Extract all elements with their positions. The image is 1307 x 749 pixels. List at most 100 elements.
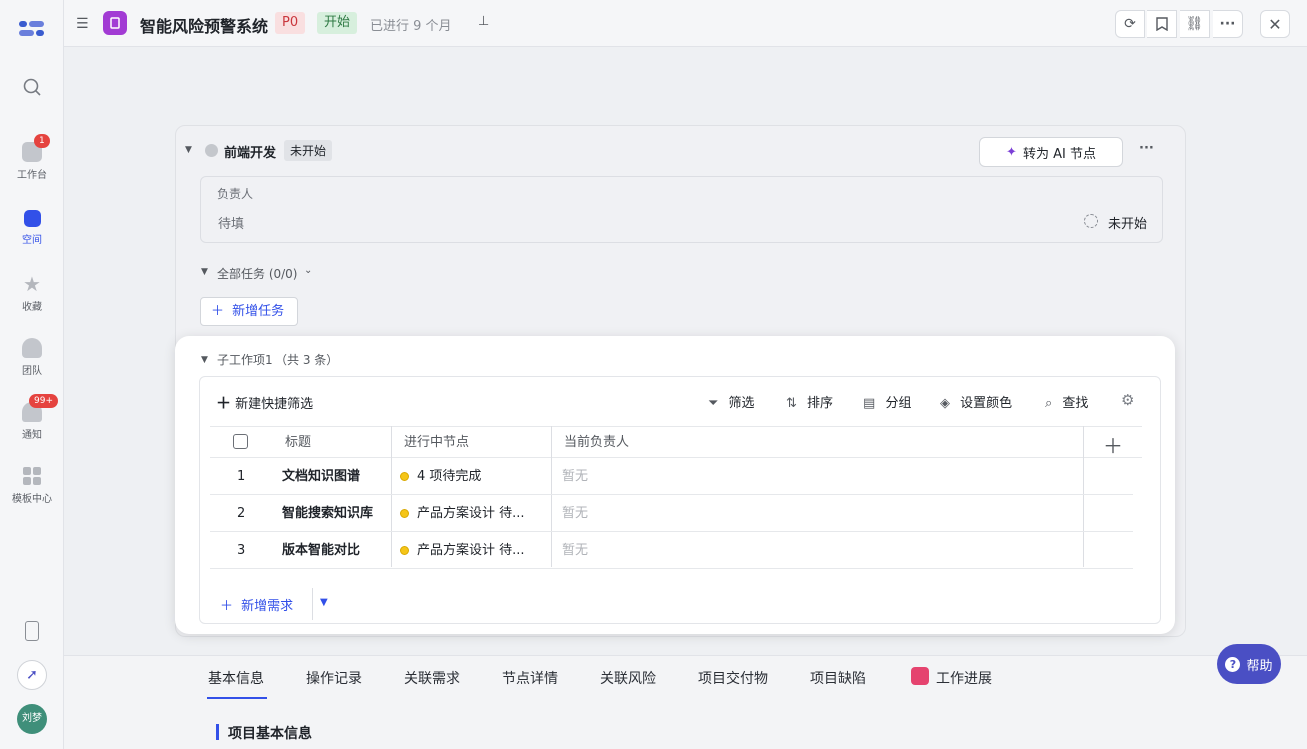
column-owner[interactable]: 当前负责人 — [564, 427, 629, 458]
collapse-arrow-icon[interactable]: ▼ — [185, 145, 192, 155]
new-filter-label: 新建快捷筛选 — [235, 397, 314, 412]
left-sidebar: 工作台 1 空间 ★ 收藏 团队 通知 99+ 模板中心 ➚ 刘梦 — [0, 0, 64, 749]
find-button[interactable]: ⌕ 查找 — [1045, 392, 1088, 411]
table-row[interactable]: 1 文档知识图谱 4 项待完成 暂无 — [210, 458, 1133, 495]
progress-icon — [911, 667, 929, 685]
find-label: 查找 — [1062, 396, 1089, 411]
collapse-sidebar-icon[interactable]: ☰ — [76, 16, 89, 32]
status-badge[interactable]: 开始 — [317, 12, 358, 34]
bottom-tabs: 基本信息 操作记录 关联需求 节点详情 关联风险 项目交付物 项目缺陷 工作进展… — [64, 655, 1307, 749]
sort-button[interactable]: ⇅ 排序 — [786, 392, 833, 411]
subitems-collapse-icon[interactable]: ▼ — [201, 355, 208, 365]
add-column-icon[interactable]: ＋ — [1103, 430, 1123, 459]
sidebar-item-space[interactable]: 空间 — [0, 210, 64, 246]
priority-badge[interactable]: P0 — [275, 12, 306, 34]
row-node[interactable]: 产品方案设计 待... — [400, 532, 525, 569]
add-requirement-label: 新增需求 — [241, 599, 294, 614]
column-title[interactable]: 标题 — [285, 427, 311, 458]
page-title: 智能风险预警系统 — [140, 17, 269, 36]
team-icon — [22, 338, 42, 358]
paint-bucket-icon: ◈ — [940, 396, 950, 411]
row-node-text: 4 项待完成 — [417, 469, 482, 484]
page-header: ☰ 智能风险预警系统 P0 开始 已进行 9 个月 ⊥ ⟳ ⛓ ··· ✕ — [64, 0, 1307, 47]
convert-ai-label: 转为 AI 节点 — [1022, 146, 1096, 162]
avatar[interactable]: 刘梦 — [17, 704, 47, 734]
row-owner[interactable]: 暂无 — [562, 495, 588, 532]
link-icon[interactable]: ⛓ — [1180, 10, 1210, 38]
table-row[interactable]: 2 智能搜索知识库 产品方案设计 待... 暂无 — [210, 495, 1133, 532]
tab-operation-log[interactable]: 操作记录 — [306, 668, 362, 688]
sidebar-item-label: 团队 — [22, 366, 42, 377]
button-divider — [312, 588, 313, 620]
group-icon: ▤ — [863, 396, 876, 411]
row-node-text: 产品方案设计 待... — [417, 543, 525, 558]
bookmark-icon[interactable] — [1147, 10, 1177, 38]
star-icon: ★ — [23, 272, 41, 296]
tab-deliverables[interactable]: 项目交付物 — [698, 668, 768, 688]
add-requirement-button[interactable]: ＋ 新增需求 — [220, 595, 293, 614]
filter-button[interactable]: ⏷ 筛选 — [708, 392, 755, 411]
share-icon[interactable]: ⟳ — [1115, 10, 1145, 38]
column-node[interactable]: 进行中节点 — [404, 427, 469, 458]
tab-work-progress[interactable]: 工作进展 — [936, 668, 992, 688]
node-name: 前端开发 — [224, 146, 277, 161]
sidebar-item-templates[interactable]: 模板中心 — [0, 466, 64, 505]
row-node-text: 产品方案设计 待... — [417, 506, 525, 521]
new-filter-button[interactable]: ＋ 新建快捷筛选 — [216, 392, 313, 413]
select-all-checkbox[interactable] — [233, 434, 248, 449]
tab-defects[interactable]: 项目缺陷 — [810, 668, 866, 688]
row-node[interactable]: 产品方案设计 待... — [400, 495, 525, 532]
notifications-badge: 99+ — [29, 394, 58, 408]
row-owner[interactable]: 暂无 — [562, 458, 588, 495]
sidebar-item-notifications[interactable]: 通知 — [0, 402, 64, 441]
pin-icon[interactable]: ⊥ — [478, 14, 489, 29]
row-title[interactable]: 智能搜索知识库 — [282, 495, 373, 532]
tab-node-details[interactable]: 节点详情 — [502, 668, 558, 688]
find-icon: ⌕ — [1045, 396, 1053, 411]
duration-text: 已进行 9 个月 — [370, 19, 452, 34]
subitems-title: 子工作项1 — [217, 353, 273, 367]
sidebar-item-favorites[interactable]: ★ 收藏 — [0, 274, 64, 313]
row-title[interactable]: 文档知识图谱 — [282, 458, 360, 495]
help-button[interactable]: ? 帮助 — [1217, 644, 1281, 684]
convert-ai-button[interactable]: ✦ 转为 AI 节点 — [979, 137, 1123, 167]
table-row[interactable]: 3 版本智能对比 产品方案设计 待... 暂无 — [210, 532, 1133, 569]
sort-label: 排序 — [807, 396, 834, 411]
tab-related-risks[interactable]: 关联风险 — [600, 668, 656, 688]
in-progress-dot — [400, 509, 409, 518]
tab-related-requirements[interactable]: 关联需求 — [404, 668, 460, 688]
owner-box: 负责人 待填 未开始 — [200, 176, 1163, 243]
rocket-icon[interactable]: ➚ — [17, 660, 47, 690]
set-color-button[interactable]: ◈ 设置颜色 — [940, 392, 1012, 411]
workbench-badge: 1 — [34, 134, 50, 148]
sidebar-item-team[interactable]: 团队 — [0, 338, 64, 377]
sidebar-item-label: 空间 — [22, 235, 42, 246]
sidebar-item-workbench[interactable]: 工作台 — [0, 142, 64, 181]
tab-basic-info[interactable]: 基本信息 — [208, 668, 264, 688]
group-button[interactable]: ▤ 分组 — [863, 392, 911, 411]
settings-gear-icon[interactable]: ⚙ — [1121, 391, 1134, 409]
row-title[interactable]: 版本智能对比 — [282, 532, 360, 569]
sort-icon: ⇅ — [786, 396, 797, 411]
plus-icon: ＋ — [220, 599, 234, 614]
plus-icon: ＋ — [211, 304, 225, 319]
help-label: 帮助 — [1246, 658, 1273, 674]
group-label: 分组 — [885, 396, 912, 411]
mobile-icon[interactable] — [25, 621, 39, 641]
node-status-badge: 未开始 — [284, 140, 333, 161]
row-node[interactable]: 4 项待完成 — [400, 458, 481, 495]
dropdown-arrow-icon[interactable]: ▼ — [320, 597, 328, 608]
chevron-down-icon[interactable]: ⌄ — [304, 265, 312, 276]
add-task-button[interactable]: ＋ 新增任务 — [200, 297, 298, 326]
row-number: 3 — [237, 543, 246, 558]
row-number: 2 — [237, 506, 246, 521]
tasks-collapse-icon[interactable]: ▼ — [201, 267, 208, 277]
more-icon[interactable]: ··· — [1213, 10, 1243, 38]
app-logo-icon[interactable] — [18, 18, 46, 40]
owner-value[interactable]: 待填 — [218, 213, 244, 232]
search-icon[interactable] — [22, 77, 42, 101]
row-owner[interactable]: 暂无 — [562, 532, 588, 569]
sidebar-item-label: 收藏 — [22, 302, 42, 313]
close-icon[interactable]: ✕ — [1260, 10, 1290, 38]
more-options-icon[interactable]: ··· — [1139, 141, 1154, 156]
